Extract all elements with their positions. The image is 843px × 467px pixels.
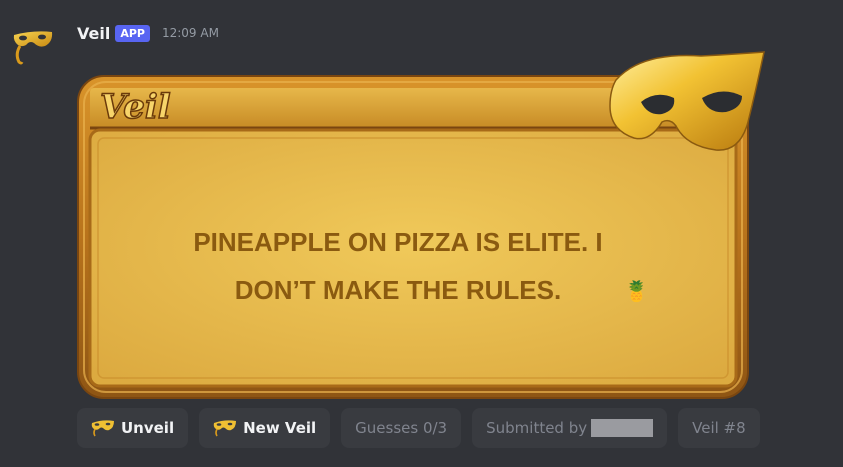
redacted-username xyxy=(591,419,654,437)
veil-logo: Veil xyxy=(100,87,171,127)
message-header: Veil APP 12:09 AM xyxy=(77,22,219,44)
golden-mask-icon xyxy=(609,51,765,151)
guesses-button[interactable]: Guesses 0/3 xyxy=(341,408,462,448)
mask-icon xyxy=(213,420,237,437)
unveil-button[interactable]: Unveil xyxy=(77,408,189,448)
new-veil-label: New Veil xyxy=(243,419,317,437)
golden-mask-icon xyxy=(13,31,53,65)
submitted-by-label: Submitted by xyxy=(486,419,588,437)
quote-line-2: DON’T MAKE THE RULES. xyxy=(235,275,561,305)
new-veil-button[interactable]: New Veil xyxy=(199,408,331,448)
quote-line-1: PINEAPPLE ON PIZZA IS ELITE. I xyxy=(193,227,602,257)
veil-number-button[interactable]: Veil #8 xyxy=(678,408,760,448)
guesses-label: Guesses 0/3 xyxy=(355,419,448,437)
pineapple-emoji: 🍍 xyxy=(624,279,649,303)
submitted-by-button[interactable]: Submitted by xyxy=(472,408,668,448)
username[interactable]: Veil xyxy=(77,24,110,43)
veil-card[interactable]: Veil PINEAPPLE ON PIZZA IS ELITE. I DON’… xyxy=(76,50,766,400)
unveil-label: Unveil xyxy=(121,419,175,437)
timestamp: 12:09 AM xyxy=(161,26,219,40)
button-row: Unveil New Veil Guesses 0/3 Submitted by… xyxy=(77,408,771,448)
avatar[interactable] xyxy=(12,26,54,68)
app-badge: APP xyxy=(115,24,150,42)
veil-card-image: Veil PINEAPPLE ON PIZZA IS ELITE. I DON’… xyxy=(77,51,765,399)
veil-number-label: Veil #8 xyxy=(692,419,746,437)
mask-icon xyxy=(91,420,114,437)
